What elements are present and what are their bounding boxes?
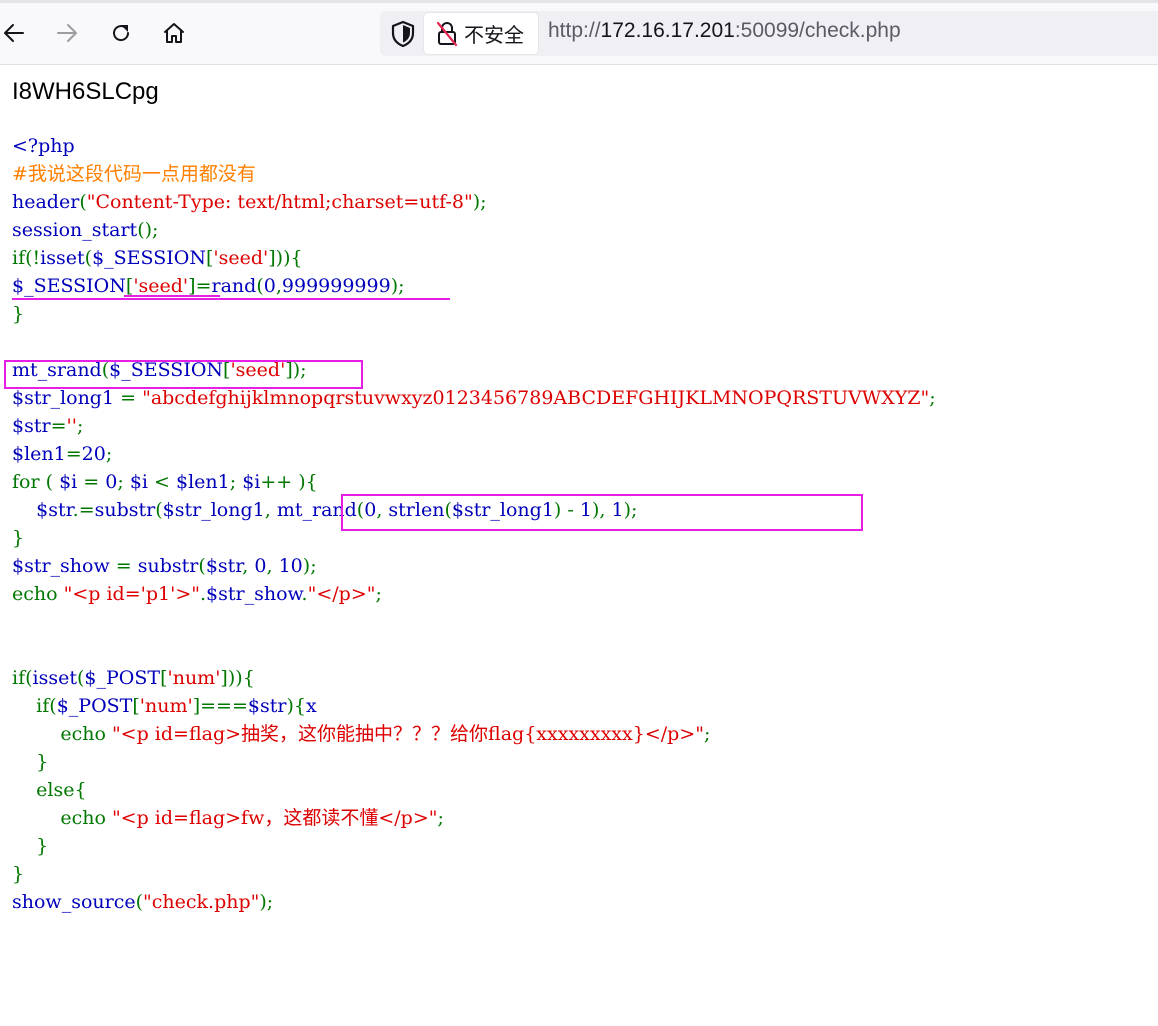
- url-path: :50099/check.php: [734, 19, 901, 42]
- code-line: }: [12, 303, 25, 325]
- code-line: else{: [36, 779, 87, 801]
- code-line: for ( $i = 0; $i < $len1; $i++ ){: [12, 471, 318, 493]
- code-line: header("Content-Type: text/html;charset=…: [12, 191, 487, 213]
- code-line: show_source("check.php");: [12, 891, 274, 913]
- code-line: <?php: [12, 135, 75, 157]
- code-line: #我说这段代码一点用都没有: [12, 163, 256, 185]
- code-line: echo "<p id=flag>抽奖，这你能抽中？？？给你flag{xxxxx…: [60, 723, 711, 745]
- tab-strip-edge: [0, 0, 1158, 3]
- code-line: $len1=20;: [12, 443, 113, 465]
- tracking-protection-button[interactable]: [390, 20, 416, 48]
- reload-icon: [113, 25, 130, 42]
- code-line: $str_show = substr($str, 0, 10);: [12, 555, 317, 577]
- code-line: if($_POST['num']===$str){x: [36, 695, 317, 717]
- code-line: $str='';: [12, 415, 84, 437]
- security-label: 不安全: [464, 23, 524, 47]
- code-line: session_start();: [12, 219, 159, 241]
- url-text[interactable]: http://172.16.17.201:50099/check.php: [548, 19, 901, 43]
- reload-button[interactable]: [105, 17, 137, 49]
- url-host: 172.16.17.201: [600, 19, 735, 42]
- insecure-lock-icon: [436, 21, 458, 46]
- shield-icon: [391, 20, 415, 48]
- code-line: }: [36, 835, 49, 857]
- forward-arrow-icon: [57, 24, 77, 42]
- forward-button[interactable]: [51, 17, 83, 49]
- code-line: }: [12, 863, 25, 885]
- code-line: echo "<p id=flag>fw，这都读不懂</p>";: [60, 807, 444, 829]
- mt-rand-highlight-box: [341, 494, 863, 531]
- home-button[interactable]: [158, 17, 190, 49]
- code-line: }: [36, 751, 49, 773]
- code-line: if(!isset($_SESSION['seed'])){: [12, 247, 303, 269]
- browser-toolbar: 不安全 http://172.16.17.201:50099/check.php: [0, 0, 1158, 65]
- code-line: if(isset($_POST['num'])){: [12, 667, 255, 689]
- seed-underline-annotation: [12, 298, 450, 300]
- site-security-button[interactable]: 不安全: [424, 13, 538, 54]
- code-line: echo "<p id='p1'>".$str_show."</p>";: [12, 583, 382, 605]
- home-icon: [164, 23, 184, 43]
- seed-key-underline-annotation: [124, 295, 220, 297]
- back-button[interactable]: [0, 17, 30, 49]
- mt-srand-highlight-box: [4, 360, 363, 389]
- random-output-text: I8WH6SLCpg: [12, 78, 159, 105]
- back-arrow-icon: [4, 24, 24, 42]
- url-scheme: http://: [548, 19, 601, 42]
